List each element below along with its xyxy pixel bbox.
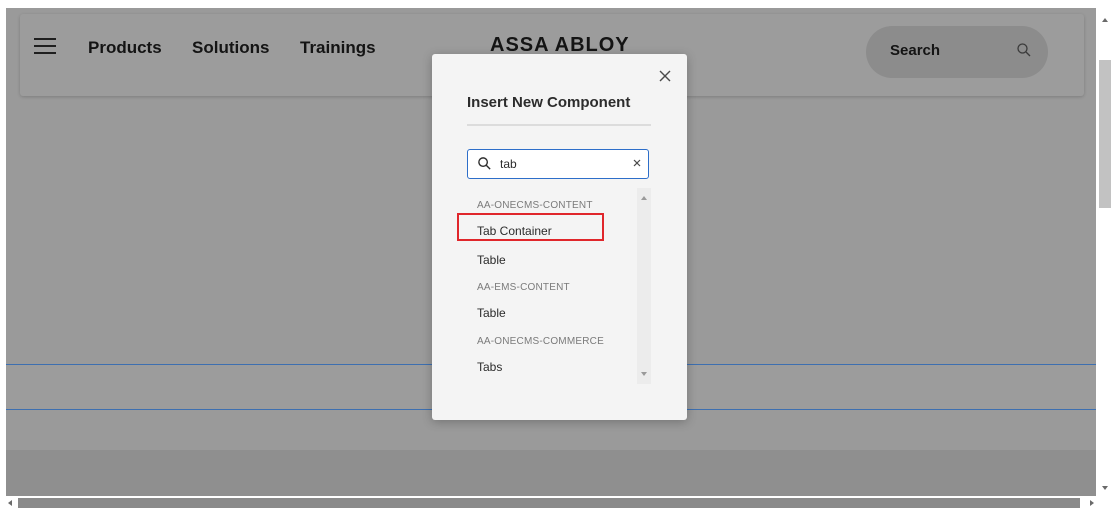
header-search-label: Search [890,42,941,59]
component-search-input[interactable] [500,153,618,175]
page-footer-band [6,450,1096,496]
results-scrollbar[interactable] [637,188,651,384]
nav-products[interactable]: Products [88,38,162,58]
horizontal-scrollbar[interactable] [0,496,1098,510]
search-icon [478,157,491,170]
logo[interactable]: ASSA ABLOY [490,34,630,52]
scroll-up-icon[interactable] [1102,18,1108,22]
group-label: AA-EMS-CONTENT [477,282,570,293]
top-strip [0,0,1096,8]
horizontal-scroll-thumb[interactable] [18,498,1080,508]
scroll-down-icon[interactable] [641,372,647,376]
clear-icon[interactable] [630,156,644,170]
result-item-table[interactable]: Table [477,253,506,267]
group-label: AA-ONECMS-COMMERCE [477,336,604,347]
title-divider [467,124,651,126]
scroll-up-icon[interactable] [641,196,647,200]
vertical-scrollbar[interactable] [1098,8,1112,496]
insert-component-dialog: Insert New Component AA-ONECMS-CONTENT T… [432,54,687,420]
search-icon [1017,43,1031,57]
close-icon[interactable] [657,68,673,84]
result-item-tabs[interactable]: Tabs [477,360,502,374]
scroll-down-icon[interactable] [1102,486,1108,490]
nav-trainings[interactable]: Trainings [300,38,376,58]
group-label: AA-ONECMS-CONTENT [477,200,593,211]
scroll-left-icon[interactable] [8,500,12,506]
vertical-scroll-thumb[interactable] [1099,60,1111,208]
hamburger-icon[interactable] [34,38,56,54]
component-results-list: AA-ONECMS-CONTENT Tab Container Table AA… [457,192,652,382]
nav-solutions[interactable]: Solutions [192,38,269,58]
scroll-right-icon[interactable] [1090,500,1094,506]
result-item-table[interactable]: Table [477,306,506,320]
component-search-box[interactable] [467,149,649,179]
header-search-button[interactable]: Search [866,26,1048,78]
dialog-title: Insert New Component [467,94,631,111]
result-item-tab-container[interactable]: Tab Container [477,224,552,238]
